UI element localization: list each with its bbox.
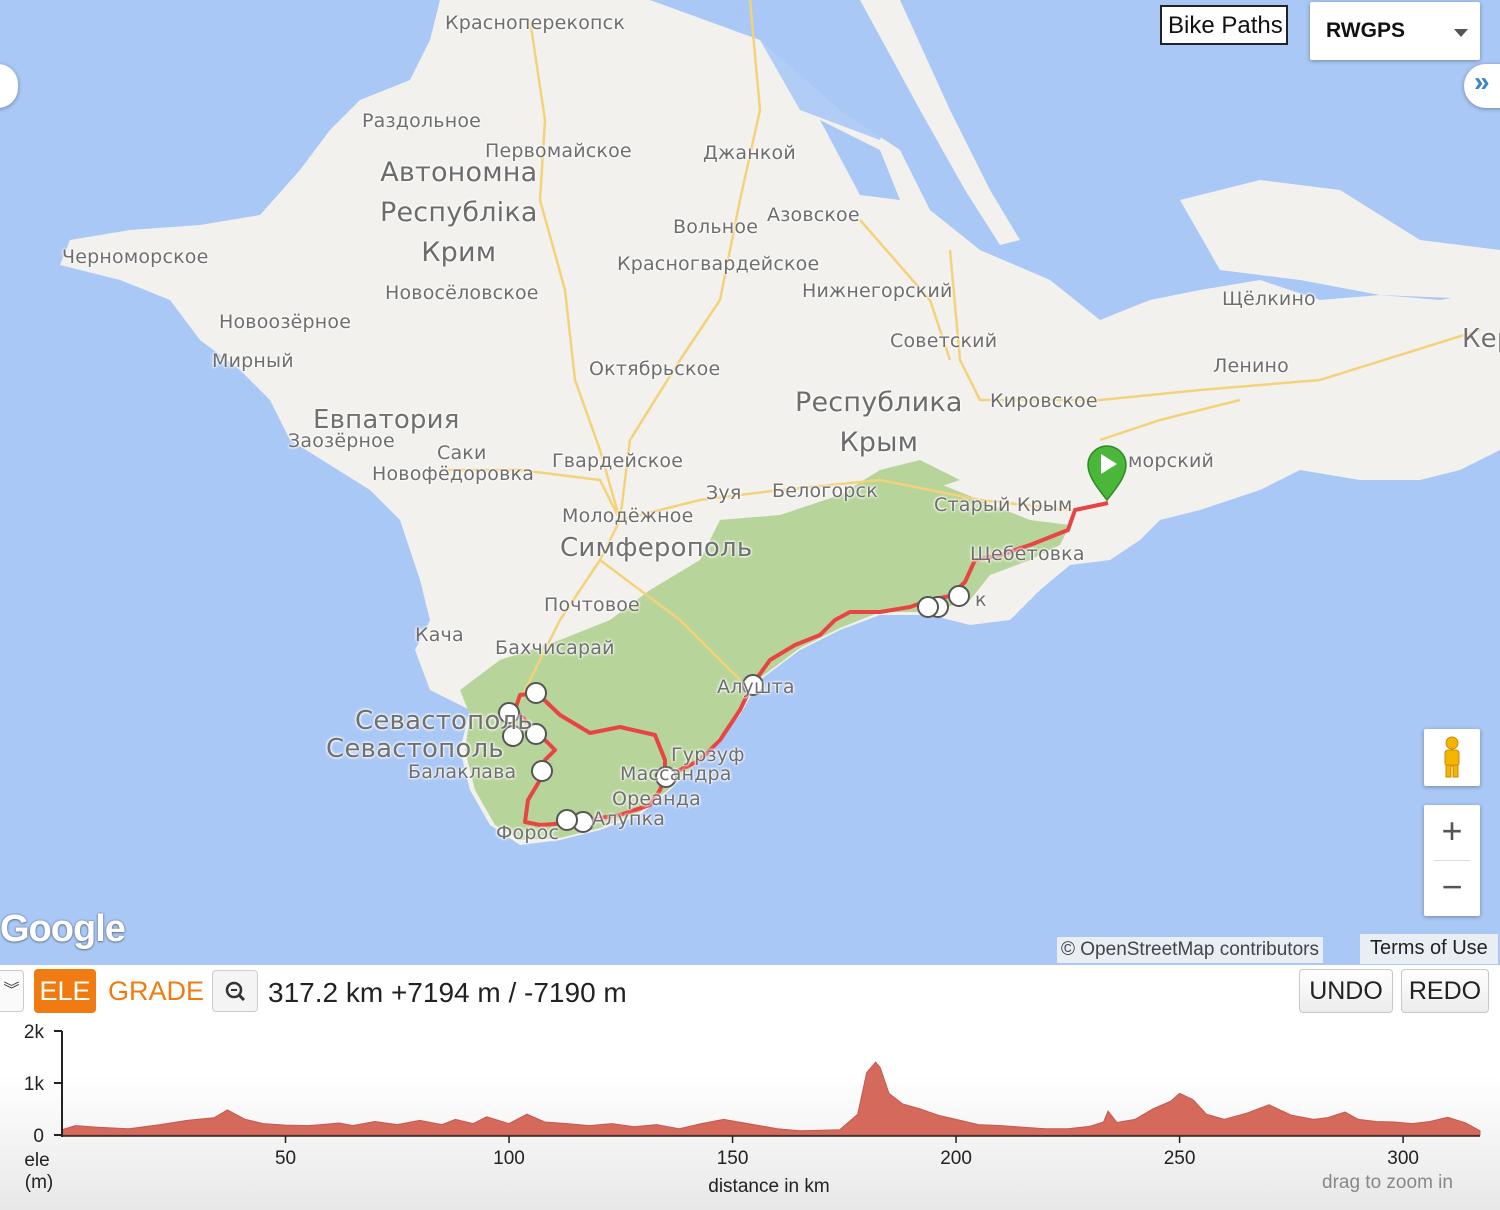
place-label: Ореанда	[612, 788, 701, 810]
zoom-chart-button[interactable]	[212, 970, 258, 1012]
route-map[interactable]: Красноперекопск Раздольное Первомайское …	[0, 0, 1500, 965]
place-label: Севастополь	[326, 734, 504, 764]
place-label: Новофёдоровка	[372, 463, 535, 485]
place-label: Мирный	[212, 350, 294, 372]
google-logo: Google	[0, 908, 126, 950]
place-label: Саки	[437, 442, 487, 464]
pegman-icon	[1444, 736, 1460, 778]
place-label: Красногвардейское	[617, 253, 820, 275]
place-label: Вольное	[673, 216, 759, 238]
place-label: Щебетовка	[970, 543, 1085, 565]
right-panel-toggle[interactable]: »	[1464, 64, 1500, 108]
place-label: Форос	[496, 822, 560, 844]
place-label: Нижнегорский	[802, 280, 953, 302]
chevron-down-icon	[1454, 29, 1468, 37]
place-label: Октябрьское	[589, 358, 721, 380]
place-label: Гвардейское	[552, 450, 684, 472]
drag-to-zoom-hint: drag to zoom in	[1322, 1172, 1453, 1193]
zoom-out-button[interactable]: −	[1424, 861, 1480, 916]
place-label: Азовское	[767, 204, 860, 226]
street-view-pegman[interactable]	[1424, 729, 1480, 786]
place-label: Кер	[1462, 324, 1500, 354]
place-label: Советский	[890, 330, 998, 352]
place-label: Старый Крым	[934, 494, 1073, 516]
x-axis-label: distance in km	[708, 1176, 829, 1197]
place-label: Красноперекопск	[445, 12, 625, 34]
place-label: Новоозёрное	[219, 311, 352, 333]
place-label: Заозёрное	[288, 430, 395, 452]
region-line: Крим	[421, 237, 497, 268]
place-label: Щёлкино	[1222, 288, 1316, 310]
region-label-ukr: Автономна Республіка Крим	[380, 153, 538, 273]
y-tick-label: 0	[33, 1126, 44, 1147]
place-label: Массандра	[620, 763, 732, 785]
y-axis-label: (m)	[25, 1172, 53, 1193]
x-tick-label: 100	[493, 1148, 525, 1169]
place-label: Новосёловское	[385, 282, 539, 304]
place-label: Почтовое	[544, 594, 640, 616]
basemap-select-value: RWGPS	[1326, 19, 1405, 42]
x-tick-label: 200	[940, 1148, 972, 1169]
region-line: Республика	[795, 387, 963, 418]
region-label-rus: Республика Крым	[795, 383, 963, 463]
place-label: Балаклава	[408, 761, 517, 783]
place-label: к	[975, 589, 987, 611]
region-line: Крым	[839, 427, 919, 458]
place-label: Ленино	[1213, 355, 1289, 377]
x-tick-label: 300	[1387, 1148, 1419, 1169]
double-chevron-down-icon: ︾	[3, 982, 20, 999]
place-label: Бахчисарай	[495, 637, 615, 659]
y-tick-label: 1k	[24, 1074, 45, 1095]
place-label: Раздольное	[362, 110, 482, 132]
undo-button[interactable]: UNDO	[1299, 969, 1393, 1013]
place-label: Симферополь	[560, 533, 753, 563]
zoom-in-button[interactable]: +	[1424, 805, 1480, 860]
place-label: Кировское	[990, 390, 1098, 412]
region-line: Республіка	[380, 197, 538, 228]
elevation-chart[interactable]: 0 1k 2k 50 100 150 200 250 300 ele(m) distance in …	[0, 1015, 1500, 1210]
osm-attribution[interactable]: © OpenStreetMap contributors	[1057, 937, 1323, 963]
route-stats: 317.2 km +7194 m / -7190 m	[268, 977, 627, 1008]
kerch-north	[1180, 180, 1500, 300]
redo-button[interactable]: REDO	[1401, 969, 1489, 1013]
region-line: Автономна	[380, 157, 538, 188]
x-tick-label: 50	[275, 1148, 296, 1169]
place-label: Черноморское	[62, 246, 209, 268]
basemap-select[interactable]: RWGPS	[1310, 2, 1480, 60]
place-label: Зуя	[706, 482, 742, 504]
tab-grade[interactable]: GRADE	[108, 969, 204, 1013]
magnifier-icon	[225, 981, 246, 1002]
double-chevron-right-icon: »	[1474, 66, 1490, 97]
collapse-panel-button[interactable]: ︾	[0, 970, 24, 1012]
bike-paths-toggle[interactable]: Bike Paths	[1160, 5, 1288, 45]
place-label: Кача	[415, 624, 464, 646]
x-tick-label: 250	[1164, 1148, 1196, 1169]
place-label: Алушта	[717, 676, 795, 698]
y-axis-label: ele	[24, 1150, 49, 1171]
tab-elevation[interactable]: ELE	[34, 969, 96, 1013]
place-label: Белогорск	[772, 480, 878, 502]
x-tick-label: 150	[717, 1148, 749, 1169]
place-label: Севастополь	[355, 706, 533, 736]
place-label: морский	[1128, 450, 1215, 472]
elevation-panel: ︾ ELE GRADE 317.2 km +7194 m / -7190 m U…	[0, 965, 1500, 1210]
zoom-control: + −	[1424, 805, 1480, 916]
elevation-area	[61, 1061, 1481, 1136]
place-label: Молодёжное	[562, 505, 694, 527]
y-tick-label: 2k	[24, 1022, 45, 1043]
place-label: Джанкой	[703, 142, 796, 164]
place-label: Алупка	[592, 808, 666, 830]
terms-of-use-link[interactable]: Terms of Use	[1360, 934, 1498, 964]
crimea-land	[60, 0, 1500, 845]
